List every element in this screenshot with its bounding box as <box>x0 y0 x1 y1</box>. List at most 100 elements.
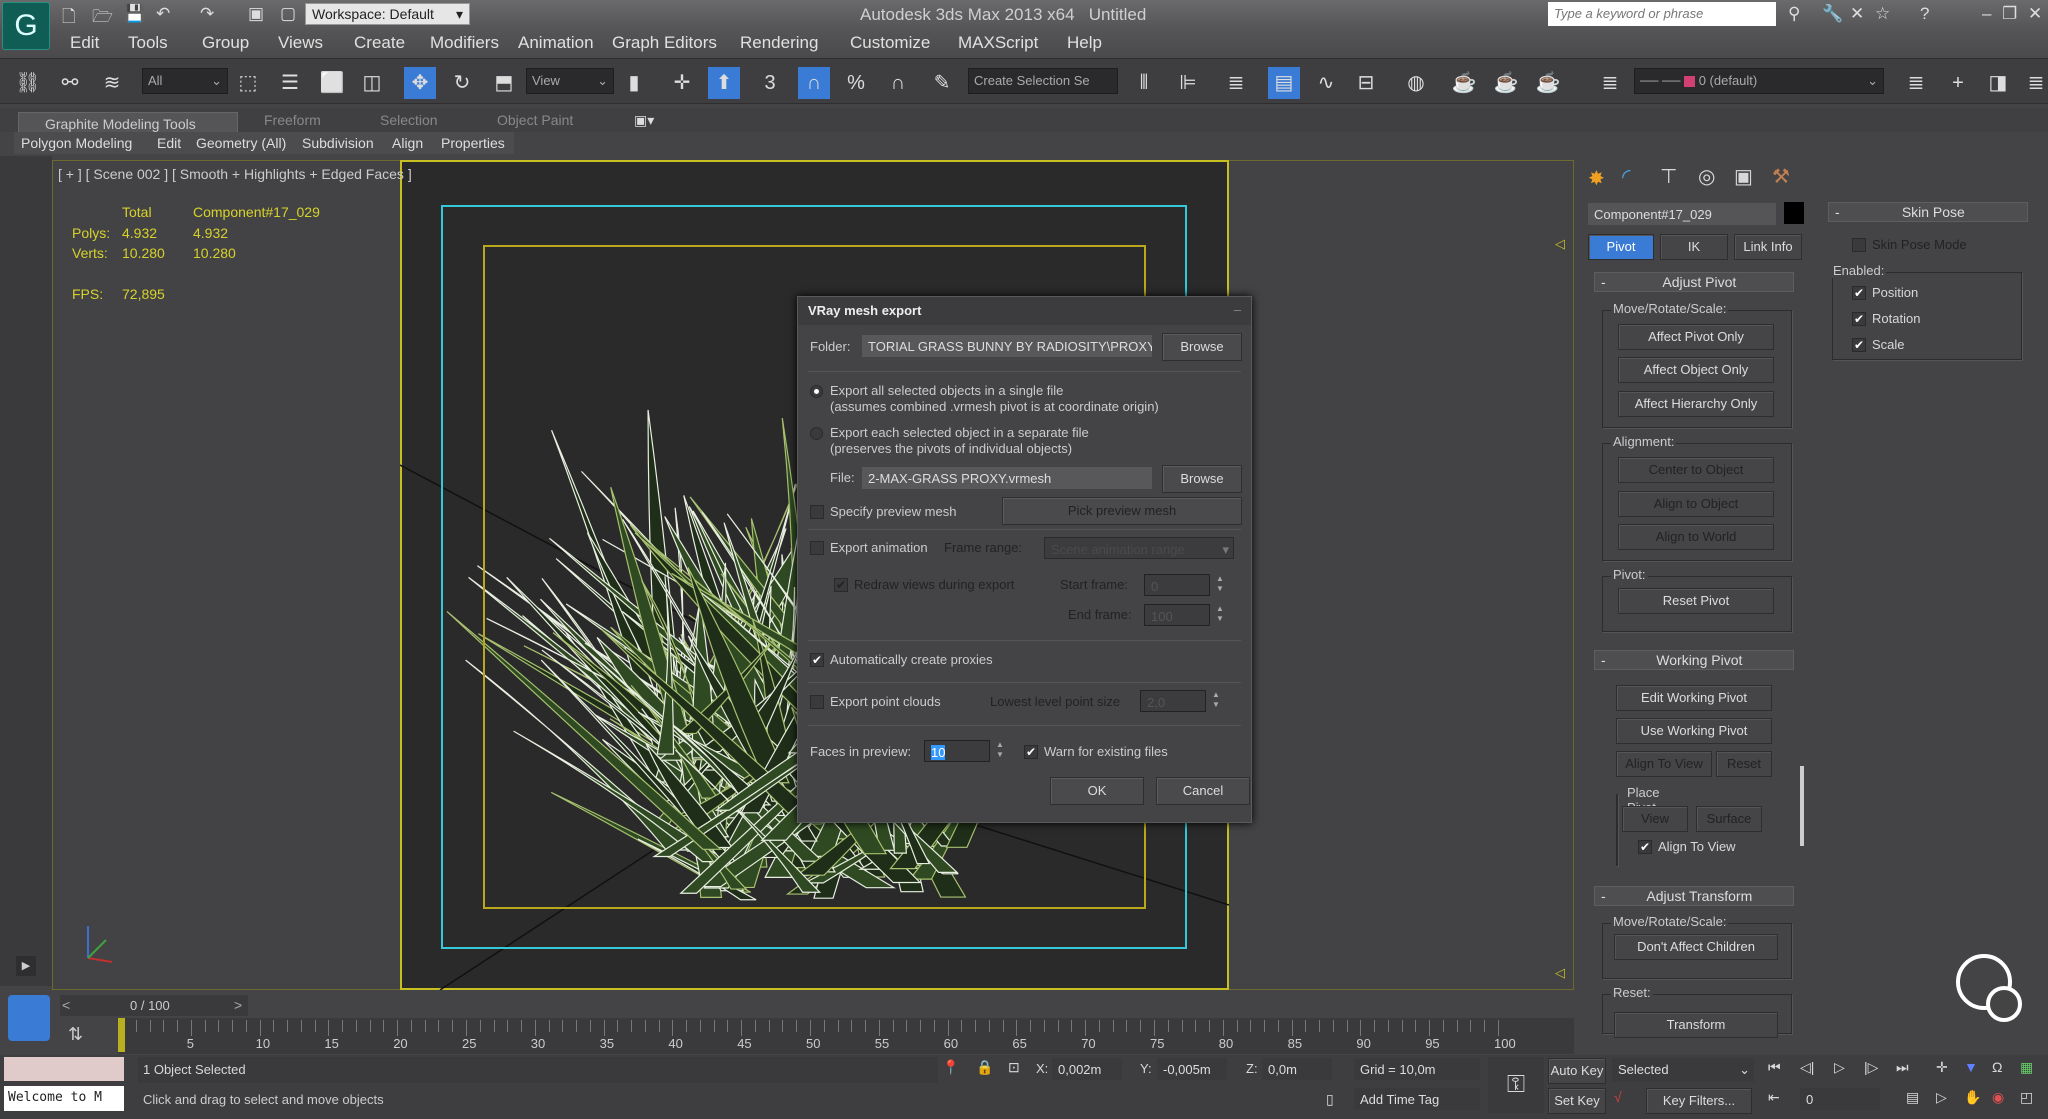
search-input[interactable]: Type a keyword or phrase <box>1548 2 1776 26</box>
menu-modifiers[interactable]: Modifiers <box>430 33 499 53</box>
tab-link-info[interactable]: Link Info <box>1734 234 1802 260</box>
render-production-icon[interactable]: ☕ <box>1532 67 1564 99</box>
open-mini-curve-editor-icon[interactable]: ⇅ <box>68 1024 83 1045</box>
bind-space-warp-icon[interactable]: ≋ <box>96 67 128 99</box>
reset-transform-button[interactable]: Transform <box>1614 1012 1778 1038</box>
minimize-icon[interactable]: – <box>1982 4 1991 24</box>
prev-frame-icon[interactable]: < <box>62 997 70 1013</box>
curve-editor-icon[interactable]: ∿ <box>1310 67 1342 99</box>
redraw-views-checkbox[interactable]: ✔ <box>834 578 848 592</box>
key-mode-toggle-icon[interactable]: ⇤ <box>1768 1089 1780 1106</box>
align-to-object-button[interactable]: Align to Object <box>1618 491 1774 517</box>
layer-icon[interactable]: ≣ <box>1594 67 1626 99</box>
menu-tools[interactable]: Tools <box>128 33 168 53</box>
x-coordinate-input[interactable]: 0,002m <box>1052 1058 1122 1080</box>
material-editor-icon[interactable]: ◍ <box>1400 67 1432 99</box>
create-panel-icon[interactable]: ✸ <box>1588 166 1605 191</box>
auto-key-button[interactable]: Auto Key <box>1548 1058 1606 1084</box>
isolate-selection-icon[interactable]: 📍 <box>942 1059 959 1076</box>
panel-polygon-modeling[interactable]: Polygon Modeling <box>21 135 132 151</box>
next-frame-icon[interactable]: |▷ <box>1864 1059 1878 1076</box>
panel-geometry-all[interactable]: Geometry (All) <box>196 135 286 151</box>
skin-pose-rollout[interactable]: - Skin Pose <box>1828 202 2028 222</box>
time-cursor[interactable] <box>118 1018 125 1052</box>
add-time-tag-button[interactable]: Add Time Tag <box>1354 1088 1480 1110</box>
working-pivot-rollout[interactable]: - Working Pivot <box>1594 650 1794 670</box>
absolute-mode-icon[interactable]: ⊡ <box>1008 1059 1020 1076</box>
create-layer-icon[interactable]: ≣ <box>1900 67 1932 99</box>
menu-animation[interactable]: Animation <box>518 33 594 53</box>
next-frame-icon[interactable]: > <box>234 997 242 1013</box>
y-coordinate-input[interactable]: -0,005m <box>1157 1058 1227 1080</box>
star-icon[interactable]: ☆ <box>1875 4 1890 24</box>
edit-working-pivot-button[interactable]: Edit Working Pivot <box>1616 685 1772 711</box>
warn-existing-checkbox[interactable]: ✔ <box>1024 745 1038 759</box>
go-to-start-icon[interactable]: ⏮ <box>1768 1059 1781 1076</box>
tab-ik[interactable]: IK <box>1660 234 1728 260</box>
affect-hierarchy-only-button[interactable]: Affect Hierarchy Only <box>1618 391 1774 417</box>
key-mode-dropdown[interactable]: Selected ⌄ <box>1612 1058 1754 1082</box>
current-frame-input[interactable]: 0 <box>1800 1088 1880 1110</box>
point-size-spinner[interactable]: ▲ ▼ <box>1210 690 1222 712</box>
tab-selection[interactable]: Selection <box>380 112 438 128</box>
affect-pivot-only-button[interactable]: Affect Pivot Only <box>1618 324 1774 350</box>
layer-props-icon[interactable]: ≣ <box>2020 67 2048 99</box>
place-pivot-view-button[interactable]: View <box>1622 806 1688 832</box>
hierarchy-panel-icon[interactable]: ⊤ <box>1660 164 1677 189</box>
menu-help[interactable]: Help <box>1067 33 1102 53</box>
menu-create[interactable]: Create <box>354 33 405 53</box>
object-name-input[interactable]: Component#17_029 <box>1588 203 1776 225</box>
mirror-icon[interactable]: ⫴ <box>1128 67 1160 99</box>
time-tag-icon[interactable]: ▯ <box>1326 1091 1334 1108</box>
set-key-icon[interactable]: ⚿ <box>1488 1057 1544 1113</box>
satellite-icon[interactable]: ✕ <box>1850 4 1864 24</box>
schematic-view-icon[interactable]: ⊟ <box>1350 67 1382 99</box>
object-color-swatch[interactable] <box>1784 202 1804 224</box>
reset-pivot-button[interactable]: Reset Pivot <box>1618 588 1774 614</box>
app-logo-button[interactable]: G <box>2 2 50 50</box>
set-key-button[interactable]: Set Key <box>1548 1088 1606 1114</box>
file-browse-button[interactable]: Browse <box>1162 465 1242 493</box>
snaps-toggle-icon[interactable]: 3 <box>754 67 786 99</box>
select-object-icon[interactable]: ⬚ <box>232 67 264 99</box>
pivot-center-icon[interactable]: ▮ <box>618 67 650 99</box>
pick-preview-mesh-button[interactable]: Pick preview mesh <box>1002 497 1242 525</box>
file-input[interactable]: 2-MAX-GRASS PROXY.vrmesh <box>862 467 1152 489</box>
command-panel-scrollbar[interactable] <box>1800 766 1804 846</box>
faces-in-preview-spinner[interactable]: ▲ ▼ <box>994 740 1006 762</box>
dialog-minimize-icon[interactable]: – <box>1234 302 1241 317</box>
zoom-extents-icon[interactable]: ✛ <box>1936 1059 1948 1076</box>
separate-files-radio[interactable] <box>810 427 823 440</box>
save-icon[interactable]: 💾 <box>124 4 145 24</box>
selection-lock-icon[interactable]: 🔒 <box>976 1059 993 1076</box>
faces-in-preview-input[interactable]: 10 <box>924 740 990 762</box>
default-tangents-icon[interactable]: √ <box>1614 1089 1622 1105</box>
panel-subdivision[interactable]: Subdivision <box>302 135 374 151</box>
selection-filter-dropdown[interactable]: All ⌄ <box>142 68 228 94</box>
maxscript-listener-pink[interactable] <box>4 1057 124 1081</box>
menu-customize[interactable]: Customize <box>850 33 930 53</box>
tab-object-paint[interactable]: Object Paint <box>497 112 573 128</box>
skin-pose-mode-checkbox[interactable] <box>1852 238 1866 252</box>
maximize-toggle-icon[interactable]: ◰ <box>2020 1089 2033 1106</box>
ok-button[interactable]: OK <box>1050 777 1144 805</box>
modify-panel-icon[interactable]: ◜ <box>1622 164 1631 190</box>
folder-input[interactable]: TORIAL GRASS BUNNY BY RADIOSITY\PROXY <box>862 335 1152 357</box>
help-icon[interactable]: ? <box>1920 4 1929 24</box>
tab-freeform[interactable]: Freeform <box>264 112 321 128</box>
window-crossing-icon[interactable]: ◫ <box>356 67 388 99</box>
utilities-panel-icon[interactable]: ⚒ <box>1772 164 1790 189</box>
rendered-frame-window-icon[interactable]: ☕ <box>1490 67 1522 99</box>
auto-create-proxies-checkbox[interactable]: ✔ <box>810 653 824 667</box>
restore-icon[interactable]: ❐ <box>2002 4 2017 24</box>
binoculars-icon[interactable]: ⚲ <box>1788 4 1800 24</box>
scale-checkbox[interactable]: ✔ <box>1852 338 1866 352</box>
viewport-label[interactable]: [ + ] [ Scene 002 ] [ Smooth + Highlight… <box>58 166 412 182</box>
align-to-view-button[interactable]: Align To View <box>1616 751 1712 777</box>
export-point-clouds-checkbox[interactable] <box>810 695 824 709</box>
layer-manager-icon[interactable]: ≣ <box>1220 67 1252 99</box>
key-filters-button[interactable]: Key Filters... <box>1646 1088 1752 1114</box>
previous-frame-icon[interactable]: ◁| <box>1800 1059 1814 1076</box>
end-frame-spinner[interactable]: ▲ ▼ <box>1214 604 1226 626</box>
rect-selection-icon[interactable]: ⬜ <box>316 67 348 99</box>
